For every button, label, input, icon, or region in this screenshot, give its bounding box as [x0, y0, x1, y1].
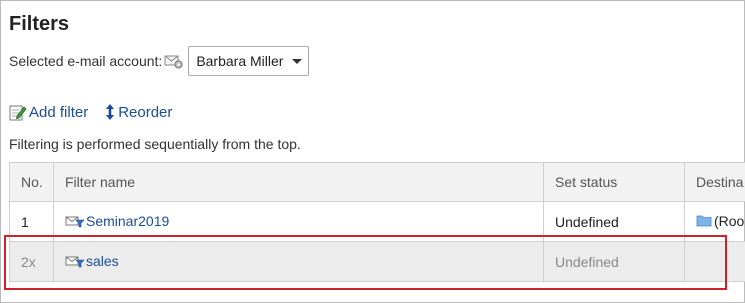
header-set-status: Set status	[543, 162, 685, 202]
account-dropdown-value: Barbara Miller	[196, 53, 284, 69]
reorder-link[interactable]: Reorder	[104, 103, 172, 121]
row-number: 1	[9, 201, 54, 242]
add-filter-link[interactable]: Add filter	[9, 104, 88, 121]
table-row: 2x sales Undefined	[9, 241, 745, 282]
reorder-label: Reorder	[118, 103, 173, 121]
page-title: Filters	[9, 13, 70, 35]
destination-cell: (Roo	[684, 201, 745, 242]
filter-name-cell: sales	[53, 241, 544, 282]
set-status-cell: Undefined	[543, 201, 685, 242]
filter-icon	[65, 216, 85, 227]
account-dropdown[interactable]: Barbara Miller	[188, 46, 310, 76]
filter-name-cell: Seminar2019	[53, 201, 544, 242]
destination-cell	[684, 241, 745, 282]
filter-actions: Add filter Reorder	[9, 102, 172, 122]
account-label: Selected e-mail account:	[9, 53, 163, 69]
filter-icon	[65, 256, 85, 267]
reorder-icon	[106, 104, 115, 120]
mail-account-icon	[164, 55, 183, 69]
table-header-row: No. Filter name Set status Destina	[9, 162, 745, 202]
row-number: 2x	[9, 241, 54, 282]
filter-order-note: Filtering is performed sequentially from…	[9, 136, 301, 152]
folder-icon	[696, 215, 712, 227]
filter-link-seminar2019[interactable]: Seminar2019	[65, 213, 169, 229]
chevron-down-icon	[292, 58, 303, 64]
add-filter-icon	[9, 105, 27, 120]
destination-name: (Roo	[714, 212, 745, 229]
header-destination: Destina	[684, 162, 745, 202]
header-no: No.	[9, 162, 54, 202]
filter-name: Seminar2019	[86, 212, 170, 229]
header-filter-name: Filter name	[53, 162, 544, 202]
filter-name: sales	[86, 252, 119, 269]
account-selector-row: Selected e-mail account: Barbara Miller	[9, 46, 310, 76]
table-row: 1 Seminar2019 Undefined (Roo	[9, 201, 745, 242]
add-filter-label: Add filter	[29, 103, 89, 121]
filters-table: No. Filter name Set status Destina 1 Sem…	[9, 162, 745, 282]
filter-link-sales[interactable]: sales	[65, 253, 119, 269]
set-status-cell: Undefined	[543, 241, 685, 282]
